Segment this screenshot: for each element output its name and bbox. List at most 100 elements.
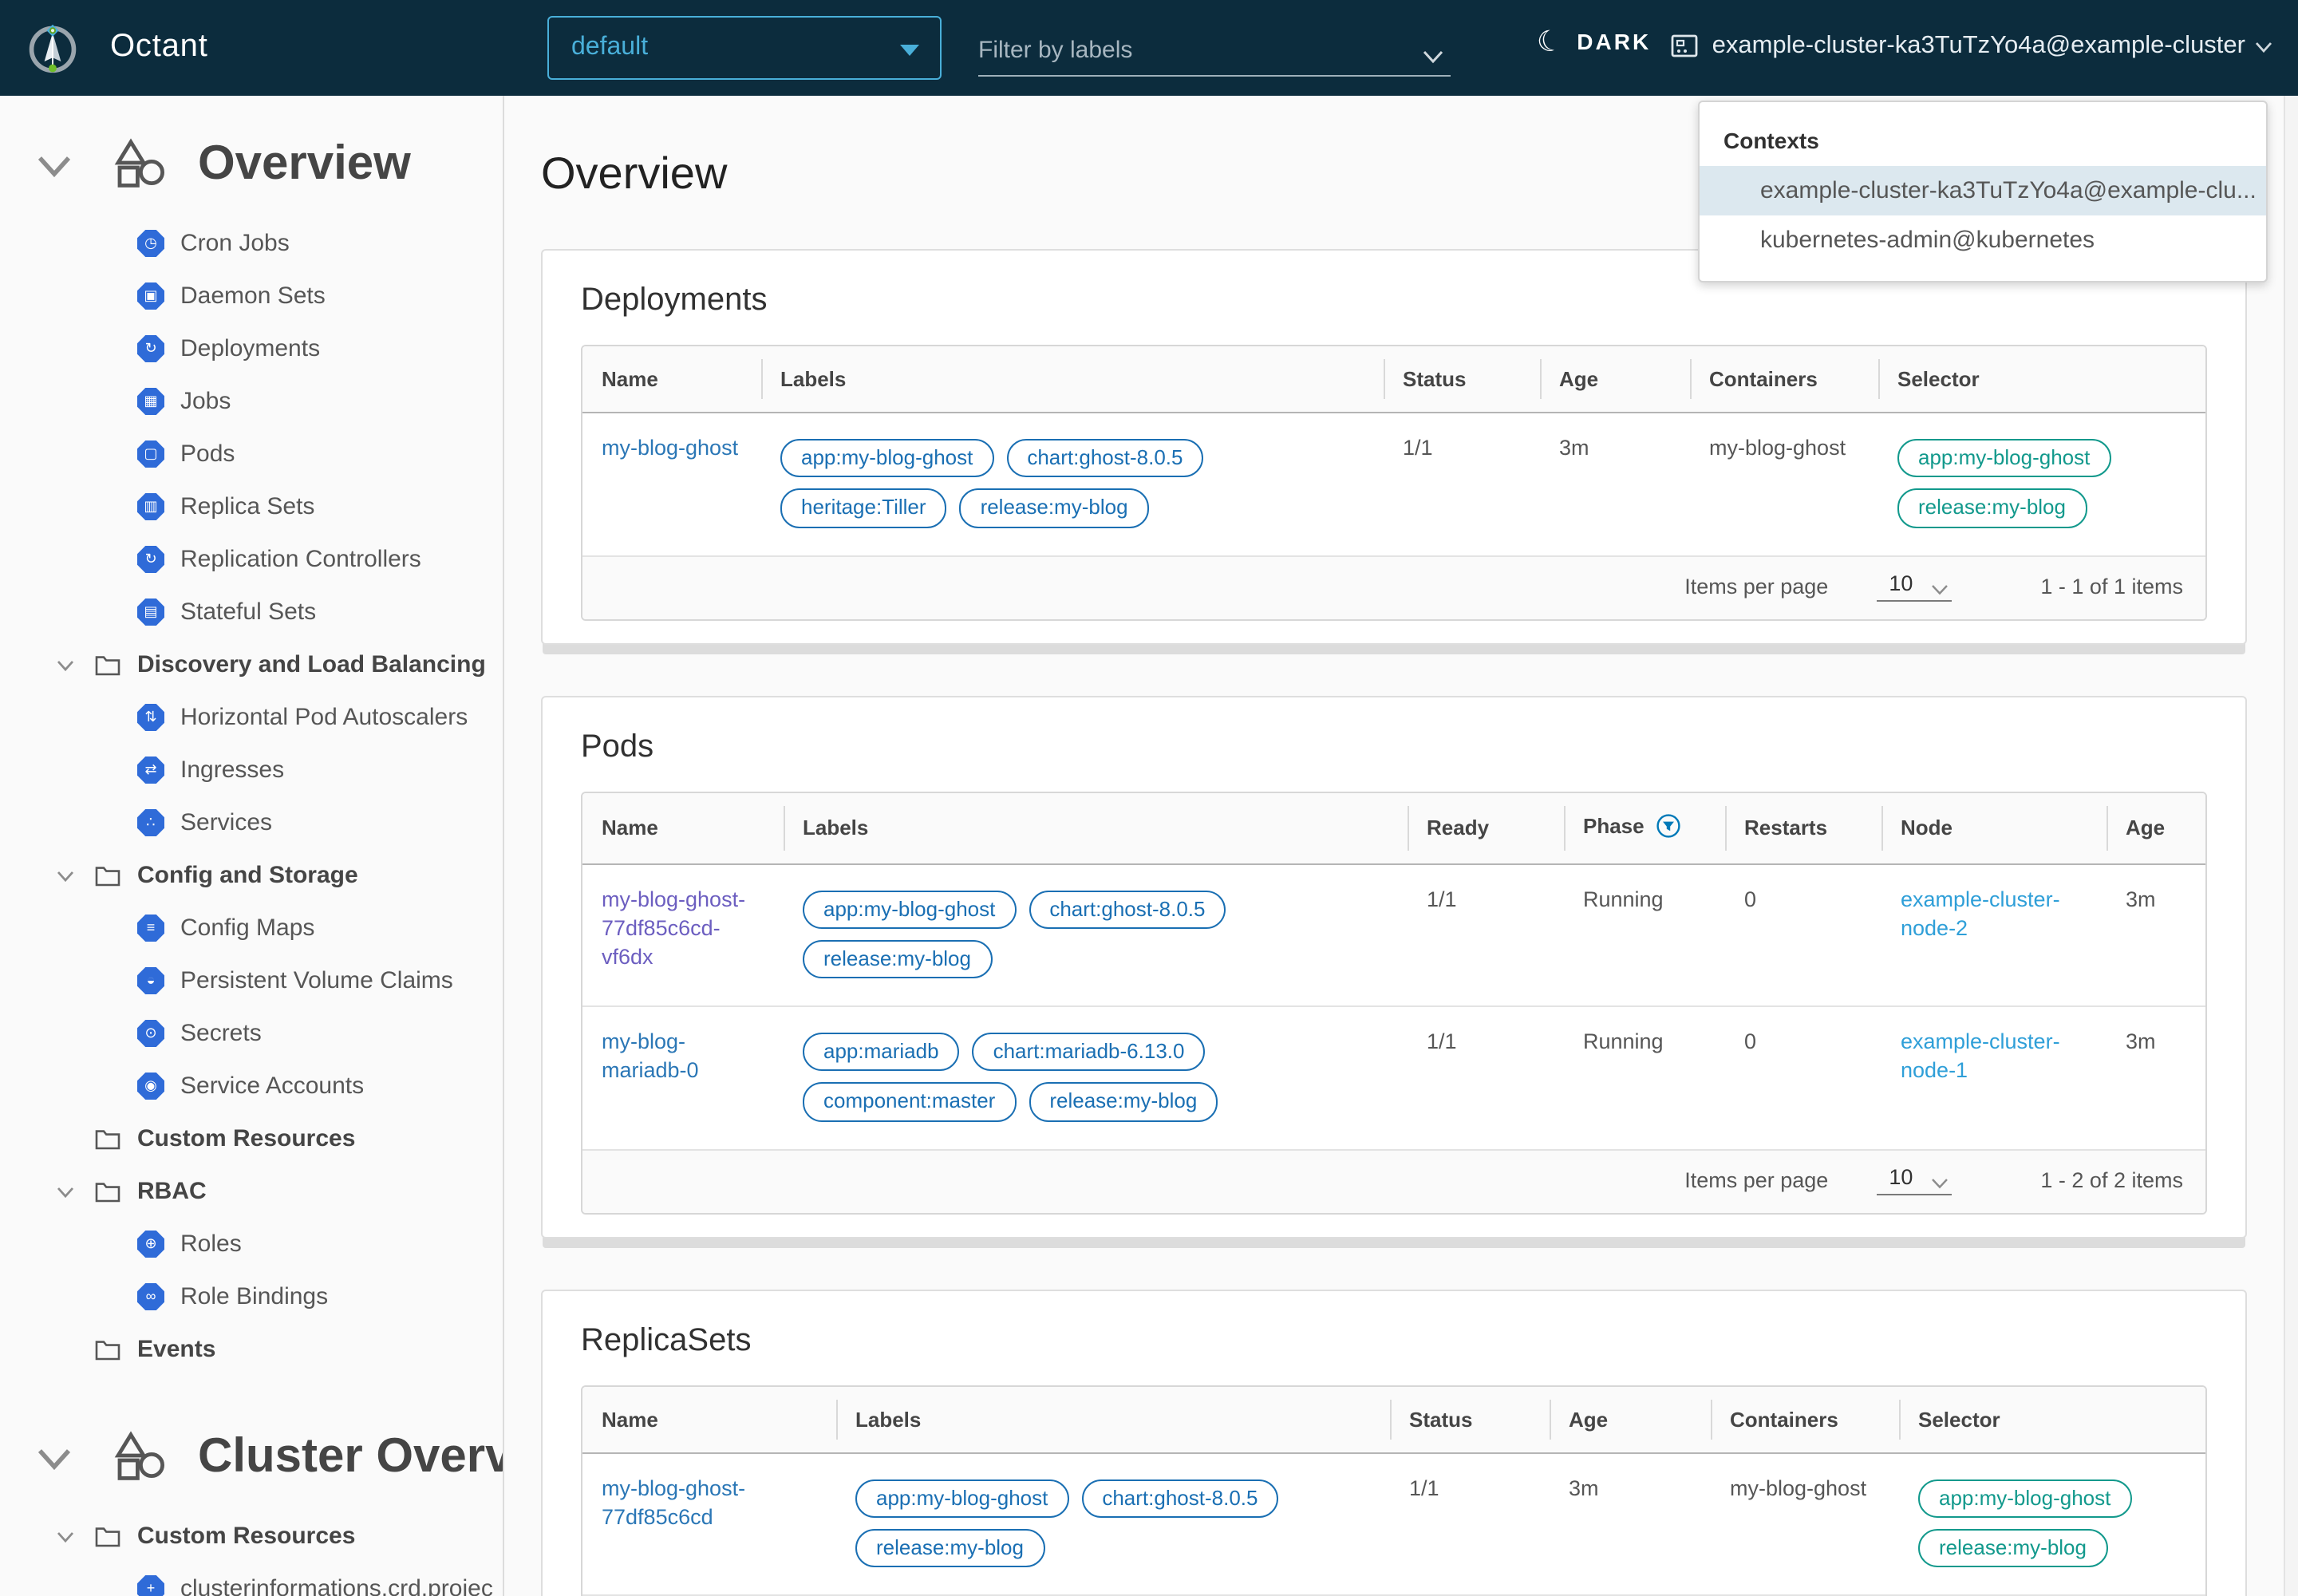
label-tag[interactable]: release:my-blog <box>960 489 1149 528</box>
sidebar-item-replica-sets[interactable]: ▥Replica Sets <box>0 480 503 533</box>
sidebar-item-events[interactable]: Events <box>0 1323 503 1376</box>
sidebar-item-cron-jobs[interactable]: ◷Cron Jobs <box>0 217 503 270</box>
sidebar-item-replication-controllers[interactable]: ↻Replication Controllers <box>0 533 503 586</box>
label-tag[interactable]: chart:mariadb-6.13.0 <box>973 1033 1206 1072</box>
column-header-status[interactable]: Status <box>1390 1386 1550 1452</box>
label-filter-input[interactable]: Filter by labels <box>978 16 1451 77</box>
label-tag[interactable]: chart:ghost-8.0.5 <box>1081 1479 1278 1518</box>
chevron-down-icon[interactable] <box>54 1185 77 1198</box>
selector-tag[interactable]: app:my-blog-ghost <box>1897 439 2110 478</box>
sidebar-item-stateful-sets[interactable]: ▤Stateful Sets <box>0 586 503 638</box>
column-header-status[interactable]: Status <box>1384 346 1540 413</box>
sidebar-item-role-bindings[interactable]: ∞Role Bindings <box>0 1270 503 1323</box>
context-option-kubernetes-admin-kubernetes[interactable]: kubernetes-admin@kubernetes <box>1700 215 2266 265</box>
selector-tag[interactable]: app:my-blog-ghost <box>1918 1479 2131 1518</box>
chevron-down-icon[interactable] <box>54 658 77 671</box>
label-tag[interactable]: chart:ghost-8.0.5 <box>1006 439 1203 478</box>
label-tag[interactable]: app:mariadb <box>803 1033 960 1072</box>
sidebar-item-deployments[interactable]: ↻Deployments <box>0 322 503 375</box>
column-header-name[interactable]: Name <box>582 346 761 413</box>
column-header-name[interactable]: Name <box>582 1386 836 1452</box>
sidebar-item-roles[interactable]: ⊕Roles <box>0 1218 503 1270</box>
column-header-age[interactable]: Age <box>1550 1386 1711 1452</box>
sidebar-item-custom-resources[interactable]: Custom Resources <box>0 1510 503 1562</box>
column-header-containers[interactable]: Containers <box>1690 346 1878 413</box>
sidebar-item-config-maps[interactable]: ≡Config Maps <box>0 902 503 954</box>
sidebar-item-overview[interactable]: Overview <box>0 112 504 217</box>
sidebar-item-clusterinformations-crd-projec[interactable]: +clusterinformations.crd.projec <box>0 1562 503 1596</box>
resource-link[interactable]: my-blog-ghost-77df85c6cd <box>602 1476 745 1528</box>
column-header-ready[interactable]: Ready <box>1408 792 1564 863</box>
label-tag[interactable]: component:master <box>803 1083 1016 1122</box>
sidebar-item-cluster-overview[interactable]: Cluster Overview <box>0 1404 504 1510</box>
chevron-down-icon[interactable] <box>1422 49 1444 64</box>
sidebar-item-horizontal-pod-autoscalers[interactable]: ⇅Horizontal Pod Autoscalers <box>0 691 503 744</box>
sidebar-item-custom-resources[interactable]: Custom Resources <box>0 1112 503 1165</box>
label-tag[interactable]: app:my-blog-ghost <box>803 890 1016 929</box>
chevron-down-icon[interactable] <box>32 1444 77 1470</box>
sidebar-nav: OverviewWorkloads◷Cron Jobs▣Daemon Sets↻… <box>0 112 503 1596</box>
column-header-labels[interactable]: Labels <box>761 346 1384 413</box>
column-header-labels[interactable]: Labels <box>836 1386 1390 1452</box>
sidebar-item-label: Secrets <box>180 1020 262 1047</box>
chevron-down-icon[interactable] <box>32 152 77 177</box>
sidebar-item-jobs[interactable]: ▦Jobs <box>0 375 503 428</box>
label-tag[interactable]: app:my-blog-ghost <box>780 439 993 478</box>
resource-link[interactable]: example-cluster-node-1 <box>1901 1029 2060 1082</box>
sidebar-item-config-and-storage[interactable]: Config and Storage <box>0 849 503 902</box>
resource-link[interactable]: my-blog-ghost-77df85c6cd-vf6dx <box>602 887 745 969</box>
sidebar-item-rbac[interactable]: RBAC <box>0 1165 503 1218</box>
label-tag[interactable]: app:my-blog-ghost <box>855 1479 1068 1518</box>
sidebar-item-pods[interactable]: ▢Pods <box>0 428 503 480</box>
column-header-age[interactable]: Age <box>1540 346 1690 413</box>
label-tag[interactable]: release:my-blog <box>1029 1083 1218 1122</box>
label-tag[interactable]: release:my-blog <box>855 1529 1044 1568</box>
column-header-containers[interactable]: Containers <box>1711 1386 1899 1452</box>
items-per-page-select[interactable]: 10 <box>1876 1164 1951 1195</box>
table-row[interactable]: my-blog-ghost app:my-blog-ghost chart:ghos… <box>582 413 2205 555</box>
items-per-page-select[interactable]: 10 <box>1876 571 1951 601</box>
sidebar-item-discovery-and-load-balancing[interactable]: Discovery and Load Balancing <box>0 638 503 691</box>
sidebar-item-services[interactable]: ∴Services <box>0 796 503 849</box>
selector-tag[interactable]: release:my-blog <box>1897 489 2087 528</box>
contexts-menu-title: Contexts <box>1700 112 2266 166</box>
context-option-example-cluster-ka3tutzyo4a-example-clu[interactable]: example-cluster-ka3TuTzYo4a@example-clu.… <box>1700 166 2266 215</box>
selector-tag[interactable]: release:my-blog <box>1918 1529 2107 1568</box>
sidebar-item-secrets[interactable]: ⊙Secrets <box>0 1007 503 1060</box>
column-header-name[interactable]: Name <box>582 792 784 863</box>
table-row[interactable]: my-blog-mariadb-0 app:mariadb chart:mariad… <box>582 1006 2205 1148</box>
chevron-down-icon[interactable] <box>54 1530 77 1543</box>
column-header-selector[interactable]: Selector <box>1899 1386 2205 1452</box>
label-tag[interactable]: chart:ghost-8.0.5 <box>1029 890 1226 929</box>
table-row[interactable]: my-blog-ghost-77df85c6cd-vf6dx app:my-blo… <box>582 863 2205 1006</box>
column-header-age[interactable]: Age <box>2106 792 2205 863</box>
dark-theme-toggle[interactable]: ☾ DARK <box>1537 27 1651 56</box>
resource-link[interactable]: my-blog-ghost <box>602 436 738 460</box>
sidebar-item-persistent-volume-claims[interactable]: ◒Persistent Volume Claims <box>0 954 503 1007</box>
namespace-select[interactable]: default <box>547 16 942 80</box>
cell-text: 3m <box>1559 436 1589 460</box>
sidebar-item-service-accounts[interactable]: ◉Service Accounts <box>0 1060 503 1112</box>
applications-icon <box>105 1430 169 1484</box>
replicasets-card: ReplicaSetsNameLabelsStatusAgeContainers… <box>541 1289 2247 1596</box>
column-header-phase[interactable]: Phase <box>1564 792 1725 863</box>
sidebar-item-ingresses[interactable]: ⇄Ingresses <box>0 744 503 796</box>
sidebar-item-daemon-sets[interactable]: ▣Daemon Sets <box>0 270 503 322</box>
table-row[interactable]: my-blog-ghost-77df85c6cd app:my-blog-ghos… <box>582 1452 2205 1594</box>
context-switcher[interactable]: example-cluster-ka3TuTzYo4a@example-clus… <box>1669 30 2272 61</box>
folder-icon <box>91 864 123 887</box>
chevron-down-icon[interactable] <box>54 869 77 882</box>
label-tag[interactable]: release:my-blog <box>803 940 992 979</box>
column-header-restarts[interactable]: Restarts <box>1725 792 1881 863</box>
resource-link[interactable]: example-cluster-node-2 <box>1901 887 2060 939</box>
phase-filter-icon[interactable] <box>1657 813 1681 842</box>
column-header-node[interactable]: Node <box>1881 792 2106 863</box>
column-header-labels[interactable]: Labels <box>784 792 1408 863</box>
cell-text: Running <box>1583 887 1664 911</box>
column-header-selector[interactable]: Selector <box>1878 346 2205 413</box>
sidebar-item-label: Pods <box>180 440 235 468</box>
resource-link[interactable]: my-blog-mariadb-0 <box>602 1029 699 1082</box>
label-tag[interactable]: heritage:Tiller <box>780 489 947 528</box>
vertical-scrollbar[interactable] <box>2284 96 2298 1596</box>
stateful-sets-icon: ▤ <box>137 598 164 626</box>
